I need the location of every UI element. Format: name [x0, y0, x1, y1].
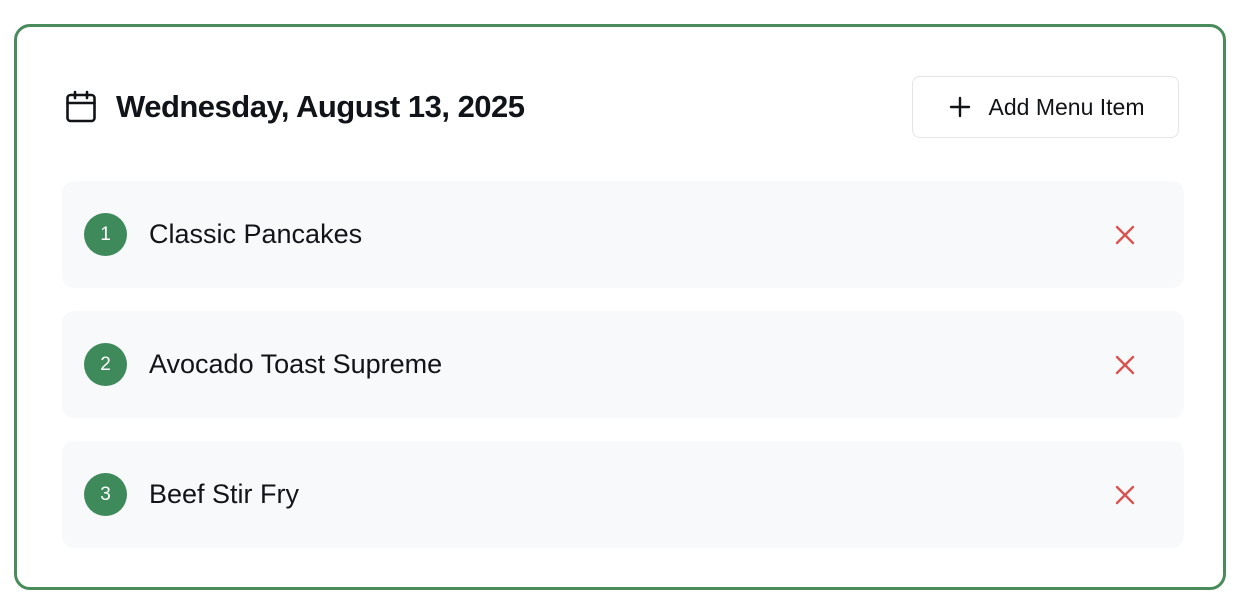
- add-menu-item-button[interactable]: Add Menu Item: [912, 76, 1179, 138]
- item-number-badge: 2: [84, 343, 127, 386]
- menu-item: 2 Avocado Toast Supreme: [62, 311, 1184, 418]
- day-menu-card: Wednesday, August 13, 2025 Add Menu Item…: [14, 24, 1226, 590]
- menu-item-list: 1 Classic Pancakes 2 Avocado Toast Supre…: [62, 181, 1184, 571]
- calendar-icon: [64, 90, 98, 124]
- menu-item: 3 Beef Stir Fry: [62, 441, 1184, 548]
- menu-item-name: Classic Pancakes: [149, 219, 363, 249]
- remove-item-button[interactable]: [1110, 480, 1140, 510]
- item-number-badge: 1: [84, 213, 127, 256]
- close-icon: [1115, 355, 1135, 374]
- plus-icon: [947, 94, 973, 120]
- menu-item-name: Beef Stir Fry: [149, 479, 300, 509]
- remove-item-button[interactable]: [1110, 350, 1140, 380]
- menu-item: 1 Classic Pancakes: [62, 181, 1184, 288]
- page-title: Wednesday, August 13, 2025: [116, 89, 525, 124]
- add-menu-item-label: Add Menu Item: [988, 93, 1145, 120]
- remove-item-button[interactable]: [1110, 220, 1140, 250]
- close-icon: [1115, 485, 1135, 504]
- card-header: Wednesday, August 13, 2025 Add Menu Item: [64, 75, 1179, 139]
- menu-item-name: Avocado Toast Supreme: [149, 349, 443, 379]
- item-number-badge: 3: [84, 473, 127, 516]
- close-icon: [1115, 225, 1135, 244]
- date-title-group: Wednesday, August 13, 2025: [64, 89, 525, 125]
